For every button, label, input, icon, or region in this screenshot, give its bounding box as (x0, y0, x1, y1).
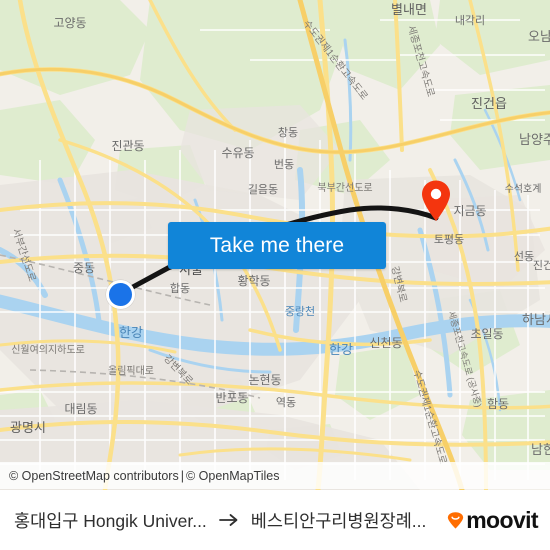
svg-text:내각리: 내각리 (455, 14, 485, 27)
svg-text:한강: 한강 (329, 342, 353, 357)
svg-text:수석호계: 수석호계 (505, 183, 542, 195)
svg-text:역동: 역동 (276, 396, 296, 409)
svg-text:대림동: 대림동 (64, 402, 97, 416)
trip-footer-bar: 홍대입구 Hongik Univer... 베스티안구리병원장례... moov… (0, 490, 550, 550)
svg-text:진건: 진건 (533, 259, 550, 272)
svg-text:창동: 창동 (278, 126, 298, 139)
svg-text:반포동: 반포동 (215, 391, 248, 405)
arrow-right-icon (218, 512, 239, 528)
svg-text:하남시: 하남시 (522, 312, 550, 327)
map-view[interactable]: 고양동 별내면 내각리 오남 진건읍 진관동 수유동 창동 번동 길음동 남양주… (0, 0, 550, 490)
svg-text:길음동: 길음동 (248, 183, 278, 196)
moovit-logo[interactable]: moovit (447, 506, 550, 533)
attribution-separator: | (180, 468, 184, 483)
svg-text:황학동: 황학동 (237, 274, 270, 288)
trip-summary[interactable]: 홍대입구 Hongik Univer... 베스티안구리병원장례... (0, 508, 447, 533)
attribution-osm[interactable]: © OpenStreetMap contributors (9, 469, 179, 483)
svg-text:지금동: 지금동 (453, 204, 486, 218)
svg-text:초일동: 초일동 (470, 327, 503, 341)
svg-text:토평동: 토평동 (434, 233, 464, 246)
svg-text:신월여의지하도로: 신월여의지하도로 (11, 343, 85, 356)
take-me-there-button[interactable]: Take me there (168, 222, 386, 269)
svg-text:북부간선도로: 북부간선도로 (317, 182, 372, 194)
svg-text:수유동: 수유동 (221, 146, 254, 160)
svg-text:논현동: 논현동 (248, 373, 281, 387)
svg-text:남한: 남한 (531, 442, 550, 457)
svg-text:선동: 선동 (514, 250, 534, 263)
svg-text:광명시: 광명시 (10, 420, 46, 435)
map-attribution-bar: © OpenStreetMap contributors | © OpenMapTi… (0, 462, 550, 489)
origin-station-label: 홍대입구 Hongik Univer... (14, 510, 207, 531)
origin-marker-icon[interactable] (106, 280, 135, 309)
svg-text:올림픽대로: 올림픽대로 (108, 365, 154, 377)
destination-station-label: 베스티안구리병원장례... (250, 510, 427, 531)
svg-text:고양동: 고양동 (53, 16, 86, 30)
destination-marker-icon[interactable] (421, 180, 451, 222)
svg-text:오남: 오남 (528, 29, 550, 44)
svg-text:진관동: 진관동 (111, 139, 144, 153)
svg-text:합동: 합동 (170, 282, 190, 295)
svg-text:한강: 한강 (119, 325, 143, 340)
moovit-trip-screen: 고양동 별내면 내각리 오남 진건읍 진관동 수유동 창동 번동 길음동 남양주… (0, 0, 550, 550)
attribution-text: © OpenStreetMap contributors | © OpenMapTi… (9, 469, 279, 483)
svg-text:별내면: 별내면 (391, 2, 427, 17)
svg-text:번동: 번동 (274, 158, 294, 171)
svg-text:중랑천: 중랑천 (285, 304, 315, 318)
svg-text:중동: 중동 (73, 261, 95, 275)
svg-text:함동: 함동 (487, 397, 509, 411)
svg-text:진건읍: 진건읍 (471, 96, 507, 111)
attribution-openmaptiles[interactable]: © OpenMapTiles (186, 469, 280, 483)
moovit-wordmark: moovit (466, 506, 538, 533)
moovit-pin-icon (447, 511, 464, 529)
svg-text:신천동: 신천동 (369, 335, 402, 350)
svg-text:남양주: 남양주 (519, 132, 550, 147)
